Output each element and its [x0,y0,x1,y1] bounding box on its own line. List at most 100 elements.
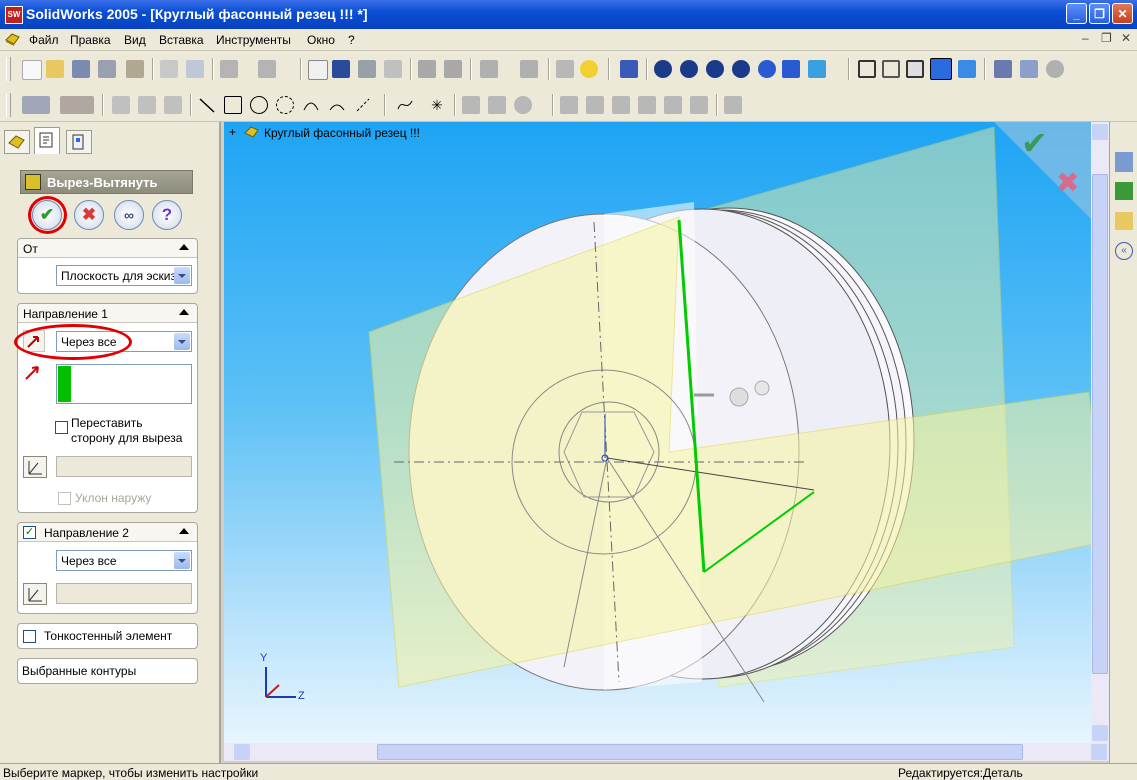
open-icon[interactable] [46,60,64,78]
restore-button[interactable]: ❐ [1089,3,1110,24]
offset-icon[interactable] [164,96,182,114]
menu-view[interactable]: Вид [124,33,146,47]
wireframe-icon[interactable] [858,60,876,78]
shaded-icon[interactable] [958,60,976,78]
scroll-down-button[interactable] [1092,725,1108,741]
perspective-icon[interactable] [1020,60,1038,78]
direction-selection-box[interactable] [56,364,192,404]
offset-entities-icon[interactable] [586,96,604,114]
cancel-button[interactable]: ✖ [74,200,104,230]
collapse-arrow-icon[interactable] [179,244,189,250]
rotate-view-icon[interactable] [758,60,776,78]
direction2-header[interactable]: ✓ Направление 2 [18,523,197,542]
cut-icon[interactable] [160,60,178,78]
part-document-icon[interactable] [4,31,22,47]
doc-restore-button[interactable]: ❐ [1101,31,1112,45]
mirror-icon[interactable] [560,96,578,114]
design-library-icon[interactable] [1115,182,1133,200]
file-explorer-icon[interactable] [1115,212,1133,230]
new-icon[interactable] [22,60,42,80]
sketch-icon[interactable] [358,60,376,78]
extend-icon[interactable] [488,96,506,114]
previous-view-icon[interactable] [620,60,638,78]
help-button[interactable]: ? [152,200,182,230]
draft-button[interactable] [23,456,47,478]
rectangle-icon[interactable] [224,96,242,114]
close-button[interactable]: ✕ [1112,3,1133,24]
collapse-arrow-icon[interactable] [179,528,189,534]
minimize-button[interactable]: _ [1066,3,1087,24]
linear-pattern-icon[interactable] [612,96,630,114]
tree-expand-icon[interactable]: + [229,125,236,139]
zoom-to-fit-icon[interactable] [654,60,672,78]
shadows-icon[interactable] [1046,60,1064,78]
horizontal-scrollbar[interactable] [224,743,1109,761]
menu-insert[interactable]: Вставка [159,33,204,47]
tangent-arc-icon[interactable] [302,96,320,114]
hidden-lines-visible-icon[interactable] [882,60,900,78]
options-icon[interactable] [480,60,498,78]
graphics-area[interactable]: ✔ ✖ + Круглый фасонный резец !!! Y Z [224,122,1109,743]
draft2-angle-input[interactable] [56,583,192,604]
grid-icon[interactable] [418,60,436,78]
home-icon[interactable] [1115,152,1133,172]
view-orientation-icon[interactable] [808,60,826,78]
trim-icon[interactable] [462,96,480,114]
from-condition-select[interactable]: Плоскость для эскиз [56,265,192,286]
tab-feature-manager[interactable] [4,130,30,154]
detailed-preview-button[interactable]: ∞ [114,200,144,230]
direction2-checkbox[interactable]: ✓ [23,526,36,539]
rebuild-icon[interactable] [332,60,350,78]
flip-side-checkbox[interactable] [55,421,68,434]
confirm-ok-icon[interactable]: ✔ [1021,124,1048,162]
doc-close-button[interactable]: ✕ [1121,31,1131,45]
zoom-area-icon[interactable] [680,60,698,78]
copy-icon[interactable] [186,60,204,78]
arc-icon[interactable] [276,96,294,114]
scroll-up-button[interactable] [1092,124,1108,140]
from-group-header[interactable]: От [18,239,197,258]
smart-dimension-icon[interactable] [384,60,402,78]
three-point-arc-icon[interactable] [328,96,346,114]
collapse-pane-icon[interactable]: « [1115,242,1133,260]
save-icon[interactable] [72,60,90,78]
help-icon[interactable] [580,60,598,78]
sketch-relations-icon[interactable] [22,96,50,114]
dropdown-arrow-icon[interactable] [174,333,190,350]
doc-minimize-button[interactable]: – [1082,31,1089,45]
line-icon[interactable] [198,96,216,114]
sketch-entity-icon[interactable] [112,96,130,114]
redo-icon[interactable] [258,60,276,78]
print-preview-icon[interactable] [126,60,144,78]
point-icon[interactable]: ✳ [428,96,446,114]
shaded-with-edges-icon[interactable] [930,58,952,80]
thin-feature-checkbox[interactable] [23,630,36,643]
menu-tools[interactable]: Инструменты [216,33,291,47]
modify-sketch-icon[interactable] [724,96,742,114]
spline-icon[interactable] [396,96,414,114]
direction2-end-condition-select[interactable]: Через все [56,550,192,571]
model-view[interactable]: ✔ ✖ [224,122,1109,743]
convert-entities-icon[interactable] [138,96,156,114]
fillet-icon[interactable] [514,96,532,114]
dropdown-arrow-icon[interactable] [174,552,190,569]
confirm-cancel-icon[interactable]: ✖ [1056,166,1079,199]
hidden-lines-removed-icon[interactable] [906,60,924,78]
scroll-right-button[interactable] [1091,744,1107,760]
move-entities-icon[interactable] [638,96,656,114]
solidworks-app-icon[interactable]: SW [5,6,23,24]
menu-edit[interactable]: Правка [70,33,111,47]
vertical-scroll-thumb[interactable] [1092,174,1108,674]
undo-icon[interactable] [220,60,238,78]
menu-help[interactable]: ? [348,33,355,47]
draft-outward-checkbox[interactable] [58,492,71,505]
print-icon[interactable] [98,60,116,78]
draft-angle-input[interactable] [56,456,192,477]
copy-entities-icon[interactable] [690,96,708,114]
menu-window[interactable]: Окно [307,33,335,47]
toolbar-grip[interactable] [6,57,11,81]
horizontal-scroll-thumb[interactable] [377,744,1023,760]
rotate-entities-icon[interactable] [664,96,682,114]
model-tree-root-label[interactable]: Круглый фасонный резец !!! [264,126,420,140]
dropdown-arrow-icon[interactable] [174,267,190,284]
